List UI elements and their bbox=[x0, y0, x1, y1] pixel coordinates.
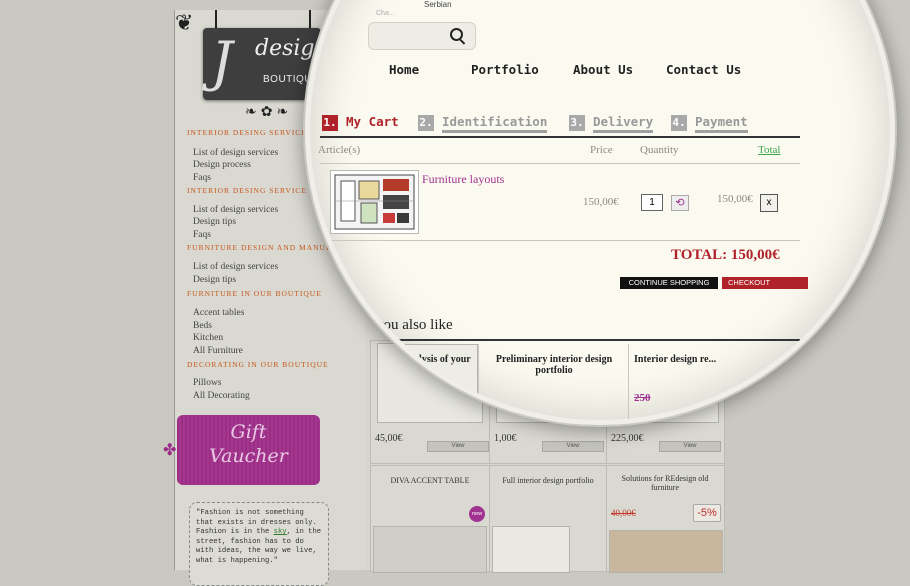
divider bbox=[330, 339, 800, 341]
step-number: 1. bbox=[322, 115, 338, 131]
nav-home[interactable]: Home bbox=[389, 62, 419, 77]
swirl-ornament-icon: ❧✿❧ bbox=[245, 105, 293, 120]
sidebar-item[interactable]: Faqs bbox=[193, 230, 211, 240]
sidebar-item[interactable]: All Furniture bbox=[193, 346, 243, 356]
gift-voucher-banner[interactable]: Gift Vaucher bbox=[177, 415, 320, 485]
divider bbox=[320, 136, 800, 138]
sidebar-item[interactable]: List of design services bbox=[193, 262, 278, 272]
step-label: Delivery bbox=[593, 114, 654, 133]
product-thumbnail bbox=[609, 530, 723, 573]
fashion-quote: "Fashion is not something that exists in… bbox=[189, 502, 329, 586]
product-title[interactable]: Preliminary interior design portfolio bbox=[488, 354, 620, 376]
sidebar-item[interactable]: Faqs bbox=[193, 173, 211, 183]
product-card[interactable]: Full interior design portfolio bbox=[489, 465, 607, 573]
ornament-icon: ❦ bbox=[175, 10, 194, 35]
search-placeholder: Cha... bbox=[376, 10, 395, 17]
product-price: 45,00€ bbox=[375, 433, 403, 444]
product-title[interactable]: Interior design re... bbox=[634, 354, 744, 365]
sidebar-item[interactable]: Kitchen bbox=[193, 333, 223, 343]
step-delivery[interactable]: 3. Delivery bbox=[569, 114, 654, 133]
discount-badge: -5% bbox=[693, 504, 721, 522]
continue-shopping-button[interactable]: CONTINUE SHOPPING bbox=[620, 277, 718, 289]
divider bbox=[320, 163, 800, 164]
step-payment[interactable]: 4. Payment bbox=[671, 114, 748, 133]
quote-link[interactable]: sky bbox=[274, 528, 287, 536]
product-title[interactable]: Analysis of your bbox=[396, 354, 476, 365]
sidebar-item[interactable]: List of design services bbox=[193, 148, 278, 158]
logo[interactable]: J design BOUTIQUE bbox=[203, 28, 329, 100]
product-price: 1,00€ bbox=[494, 433, 517, 444]
column-article: Article(s) bbox=[318, 144, 361, 156]
sidebar-item[interactable]: Accent tables bbox=[193, 308, 244, 318]
gift-line2: Vaucher bbox=[209, 445, 288, 467]
new-badge: new bbox=[469, 506, 485, 522]
cart-item-price: 150,00€ bbox=[583, 196, 619, 208]
product-card[interactable]: DIVA ACCENT TABLE new bbox=[370, 465, 490, 573]
sidebar-item[interactable]: Pillows bbox=[193, 378, 222, 388]
nav-about-us[interactable]: About Us bbox=[573, 62, 633, 77]
step-number: 2. bbox=[418, 115, 434, 131]
floor-plan-image bbox=[334, 174, 415, 230]
product-title: DIVA ACCENT TABLE bbox=[390, 476, 470, 485]
also-like-heading: you also like bbox=[376, 317, 453, 333]
divider bbox=[628, 344, 629, 420]
chain-icon bbox=[215, 10, 217, 30]
language-link[interactable]: Serbian bbox=[424, 0, 452, 9]
step-label: Identification bbox=[442, 114, 548, 133]
sidebar-item[interactable]: Design process bbox=[193, 160, 251, 170]
logo-letter: J bbox=[211, 30, 233, 93]
column-quantity: Quantity bbox=[640, 144, 679, 156]
sidebar-item[interactable]: Design tips bbox=[193, 275, 236, 285]
remove-item-button[interactable]: x bbox=[760, 194, 778, 212]
search-icon[interactable] bbox=[450, 28, 463, 41]
product-title: Full interior design portfolio bbox=[502, 476, 594, 485]
product-thumbnail bbox=[492, 526, 570, 573]
magnifier-lens: Serbian Cha... Home Portfolio About Us C… bbox=[310, 0, 890, 420]
sidebar-category-title[interactable]: DECORATING IN OUR BOUTIQUE bbox=[187, 360, 329, 369]
column-total: Total bbox=[758, 144, 781, 156]
divider bbox=[478, 344, 479, 420]
sidebar-item[interactable]: List of design services bbox=[193, 205, 278, 215]
quantity-input[interactable]: 1 bbox=[641, 194, 663, 211]
refresh-icon[interactable]: ⟲ bbox=[671, 195, 689, 211]
product-price-tag: 250 bbox=[634, 392, 651, 404]
step-identification[interactable]: 2. Identification bbox=[418, 114, 548, 133]
step-number: 3. bbox=[569, 115, 585, 131]
divider bbox=[320, 240, 800, 241]
step-label: My Cart bbox=[346, 114, 399, 129]
view-button[interactable]: View bbox=[427, 441, 489, 452]
flourish-icon: ✤ bbox=[163, 442, 177, 459]
nav-portfolio[interactable]: Portfolio bbox=[471, 62, 539, 77]
gift-line1: Gift bbox=[230, 421, 267, 443]
step-my-cart[interactable]: 1. My Cart bbox=[322, 114, 399, 131]
grand-total: TOTAL: 150,00€ bbox=[671, 247, 780, 263]
sidebar-category-title[interactable]: FURNITURE IN OUR BOUTIQUE bbox=[187, 289, 322, 298]
sidebar-item[interactable]: All Decorating bbox=[193, 391, 250, 401]
sidebar-item[interactable]: Beds bbox=[193, 321, 212, 331]
checkout-button[interactable]: CHECKOUT bbox=[722, 277, 808, 289]
cart-item-thumbnail[interactable] bbox=[330, 170, 419, 234]
product-thumbnail bbox=[373, 526, 487, 573]
nav-contact-us[interactable]: Contact Us bbox=[666, 62, 741, 77]
step-number: 4. bbox=[671, 115, 687, 131]
product-price: 225,00€ bbox=[611, 433, 644, 444]
column-price: Price bbox=[590, 144, 613, 156]
cart-item-name[interactable]: Furniture layouts bbox=[422, 172, 504, 187]
product-card[interactable]: Solutions for REdesign old furniture 40,… bbox=[606, 465, 725, 573]
view-button[interactable]: View bbox=[659, 441, 721, 452]
step-label: Payment bbox=[695, 114, 748, 133]
cart-item-total: 150,00€ bbox=[717, 193, 753, 205]
sidebar-item[interactable]: Design tips bbox=[193, 217, 236, 227]
view-button[interactable]: View bbox=[542, 441, 604, 452]
old-price: 40,00€ bbox=[611, 508, 636, 518]
product-title: Solutions for REdesign old furniture bbox=[621, 474, 709, 492]
